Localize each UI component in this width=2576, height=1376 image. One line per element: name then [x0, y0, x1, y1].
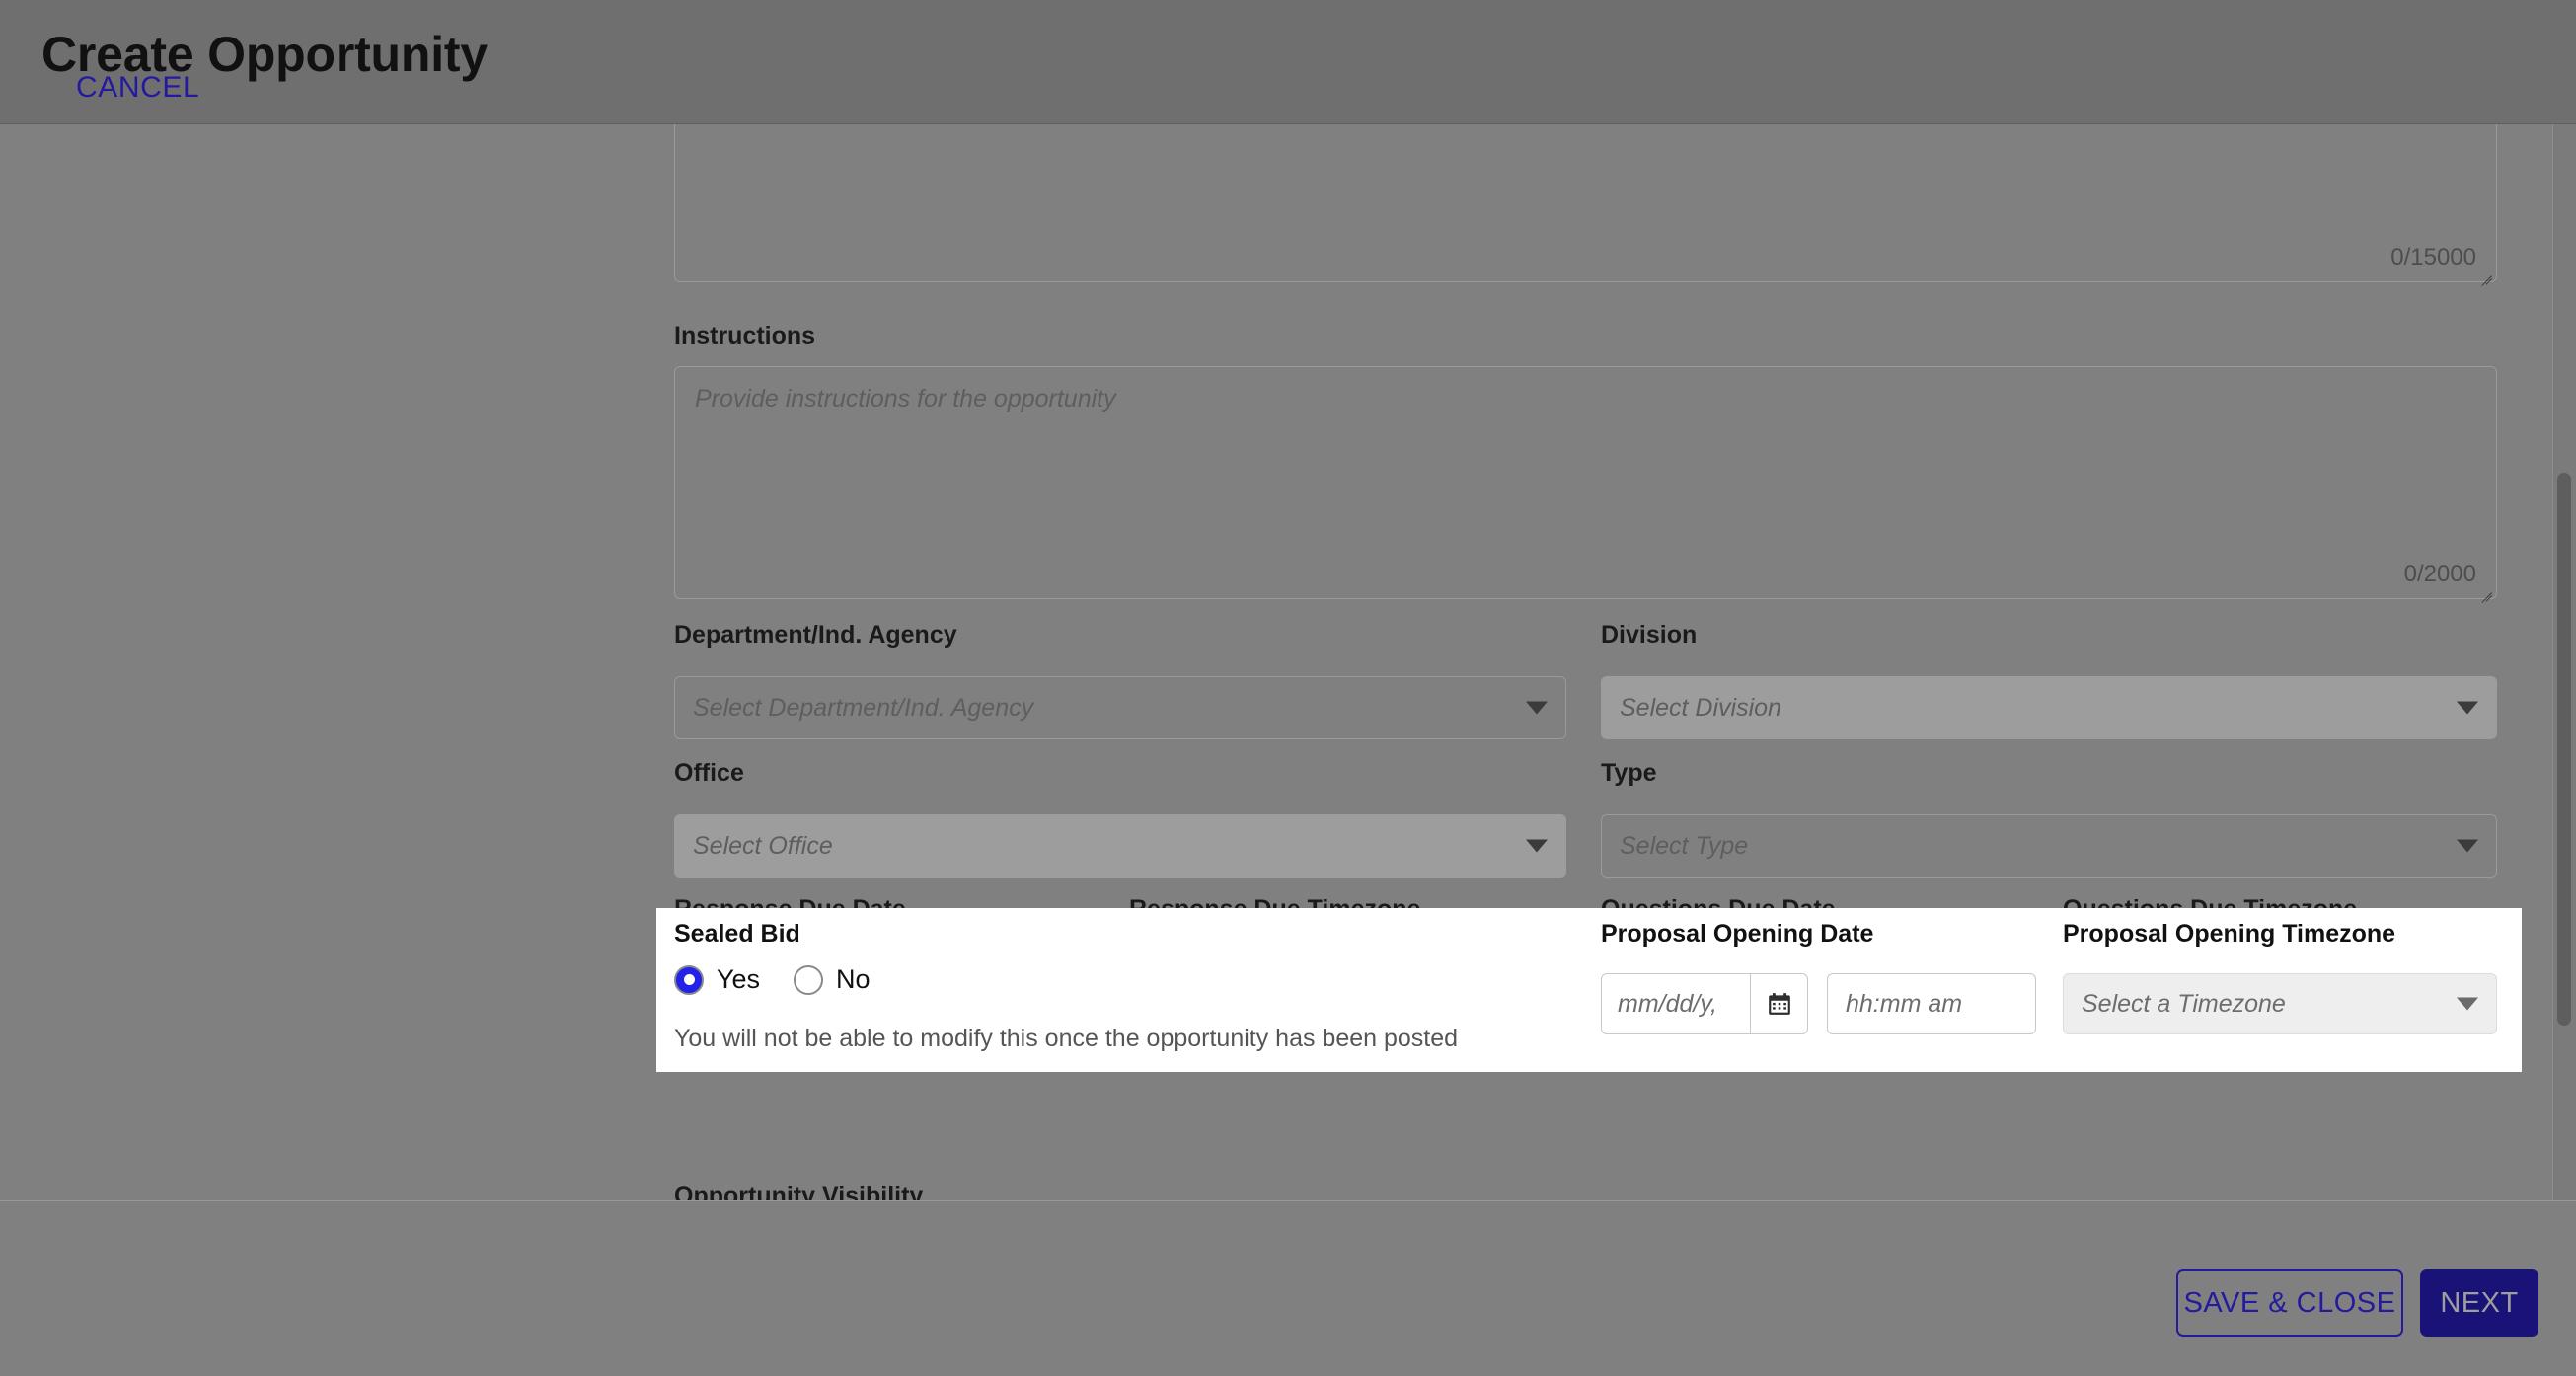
scrollbar-thumb[interactable]	[2557, 473, 2571, 1026]
proposal-opening-timezone-select[interactable]: Select a Timezone	[2063, 973, 2497, 1034]
department-placeholder: Select Department/Ind. Agency	[693, 693, 1034, 722]
sealed-bid-option-yes[interactable]: Yes	[674, 964, 760, 995]
office-label: Office	[674, 759, 744, 787]
chevron-down-icon	[1526, 701, 1548, 715]
sealed-bid-option-no[interactable]: No	[794, 964, 871, 995]
resize-grip-description[interactable]	[2477, 264, 2493, 286]
radio-yes[interactable]	[674, 964, 704, 995]
radio-yes-label: Yes	[717, 964, 761, 994]
chevron-down-icon	[1526, 839, 1548, 853]
office-placeholder: Select Office	[693, 831, 833, 860]
proposal-opening-time-placeholder: hh:mm am	[1846, 989, 1963, 1018]
division-select[interactable]: Select Division	[1601, 676, 2497, 739]
description-counter: 0/15000	[2390, 244, 2476, 270]
department-label: Department/Ind. Agency	[674, 621, 957, 649]
department-select[interactable]: Select Department/Ind. Agency	[674, 676, 1566, 739]
sealed-bid-radio-group[interactable]: Yes No	[674, 964, 904, 995]
type-select[interactable]: Select Type	[1601, 814, 2497, 878]
chevron-down-icon	[2457, 701, 2478, 715]
radio-no-label: No	[836, 964, 871, 994]
sealed-bid-helper: You will not be able to modify this once…	[674, 1025, 1459, 1052]
page-header: Create Opportunity	[0, 0, 2576, 124]
proposal-opening-date-label: Proposal Opening Date	[1601, 920, 1874, 948]
type-label: Type	[1601, 759, 1657, 787]
sealed-bid-highlight-section: Sealed Bid Yes No You will not be able t…	[656, 908, 2522, 1072]
sealed-bid-label: Sealed Bid	[674, 920, 800, 948]
chevron-down-icon	[2457, 997, 2478, 1011]
opportunity-visibility-label: Opportunity Visibility	[674, 1183, 924, 1200]
instructions-placeholder: Provide instructions for the opportunity	[695, 385, 1116, 413]
proposal-opening-time-input[interactable]: hh:mm am	[1827, 973, 2036, 1034]
calendar-icon[interactable]	[1750, 974, 1807, 1033]
instructions-label: Instructions	[674, 322, 816, 349]
division-label: Division	[1601, 621, 1698, 649]
resize-grip-instructions[interactable]	[2477, 580, 2493, 603]
proposal-opening-date-input[interactable]: mm/dd/y,	[1602, 974, 1750, 1033]
create-opportunity-page: Create Opportunity 0/15000 Instructions …	[0, 0, 2576, 1376]
type-placeholder: Select Type	[1620, 831, 1749, 860]
proposal-opening-date-input-group[interactable]: mm/dd/y,	[1601, 973, 1808, 1034]
proposal-opening-timezone-placeholder: Select a Timezone	[2082, 989, 2286, 1018]
vertical-scrollbar[interactable]	[2552, 124, 2576, 1200]
instructions-counter: 0/2000	[2403, 561, 2476, 587]
proposal-opening-timezone-label: Proposal Opening Timezone	[2063, 920, 2396, 948]
cancel-button[interactable]: CANCEL	[64, 63, 211, 113]
save-and-close-button[interactable]: SAVE & CLOSE	[2176, 1269, 2403, 1337]
chevron-down-icon	[2457, 839, 2478, 853]
next-button[interactable]: NEXT	[2420, 1269, 2538, 1337]
description-textarea[interactable]: 0/15000	[674, 124, 2497, 286]
division-placeholder: Select Division	[1620, 693, 1781, 722]
radio-no[interactable]	[794, 964, 824, 995]
instructions-textarea[interactable]: Provide instructions for the opportunity…	[674, 366, 2497, 603]
office-select[interactable]: Select Office	[674, 814, 1566, 878]
